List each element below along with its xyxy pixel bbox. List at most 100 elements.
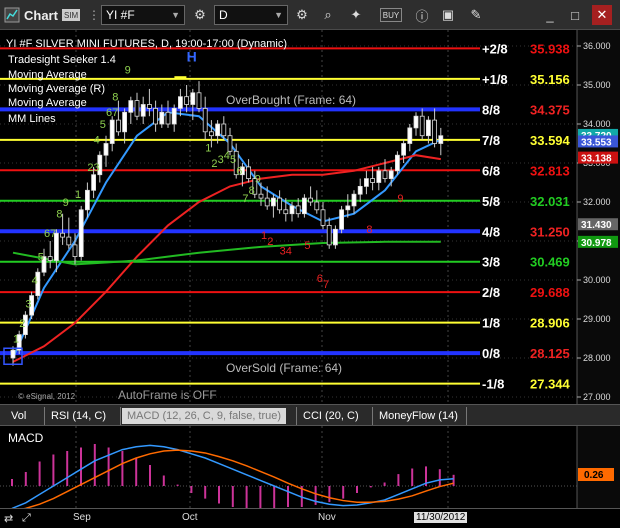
expand-icon[interactable]: ⤢ — [22, 512, 31, 525]
mm-line-label: 3/8 — [482, 255, 500, 270]
tab-vol[interactable]: Vol — [6, 408, 31, 424]
seeker-count-label: 9 — [397, 193, 403, 205]
mm-line-label: 8/8 — [482, 102, 500, 117]
interval-settings-icon[interactable]: ⚙ — [292, 5, 312, 25]
mm-line-value: 32.031 — [530, 194, 570, 209]
candle-body — [208, 131, 214, 137]
candle-body — [134, 100, 140, 117]
candle-body — [109, 119, 115, 144]
candle-body — [190, 92, 196, 105]
candle-body — [91, 174, 96, 191]
candle-body — [66, 236, 72, 246]
candle-body — [246, 166, 252, 179]
mm-line-value: 28.125 — [530, 346, 570, 361]
overbought-label: OverBought (Frame: 64) — [226, 93, 356, 107]
candle-body — [382, 170, 388, 180]
candle-body — [184, 96, 190, 105]
seeker-count-label: 5 — [304, 240, 310, 252]
lock-icon[interactable]: ▣ — [438, 5, 458, 25]
price-tick-label: 27.000 — [583, 392, 611, 402]
candle-body — [128, 100, 134, 113]
x-label-sep: Sep — [73, 512, 91, 523]
mm-line-value: 27.344 — [530, 377, 571, 392]
candle-body — [78, 209, 84, 258]
cursor-icon[interactable]: ✦ — [346, 5, 366, 25]
mm-line-label: 0/8 — [482, 346, 500, 361]
sync-icon[interactable]: ⇄ — [4, 512, 13, 525]
candle-body — [357, 185, 363, 195]
seeker-count-label: 67 — [106, 107, 118, 119]
mm-line-value: 35.156 — [530, 72, 570, 87]
seeker-count-label: 6 — [236, 166, 242, 178]
interval-input[interactable]: D ▼ — [214, 5, 288, 25]
maximize-icon[interactable]: □ — [565, 5, 585, 25]
minimize-icon[interactable]: _ — [540, 5, 560, 25]
autoframe-label: AutoFrame is OFF — [118, 388, 217, 402]
seeker-count-label: 1 — [75, 189, 81, 201]
close-icon[interactable]: ✕ — [592, 5, 612, 25]
chart-window-icon — [4, 5, 20, 25]
seeker-count-label: 9 — [63, 197, 69, 209]
candle-body — [258, 193, 264, 199]
mm-line-label: 5/8 — [482, 194, 500, 209]
candle-body — [289, 205, 295, 215]
candle-body — [314, 201, 320, 211]
chevron-down-icon[interactable]: ▼ — [171, 10, 180, 20]
chevron-down-icon[interactable]: ▼ — [274, 10, 283, 20]
tab-macd[interactable]: MACD (12, 26, C, 9, false, true) — [122, 408, 287, 424]
link-settings-icon[interactable]: ⚙ — [190, 5, 210, 25]
copyright-label: © eSignal, 2012 — [18, 392, 76, 401]
candle-body — [227, 135, 233, 152]
candle-body — [407, 127, 413, 144]
seeker-count-label: 67 — [44, 228, 56, 240]
candle-body — [85, 189, 90, 211]
price-tick-label: 28.000 — [583, 353, 611, 363]
mm-line-label: +1/8 — [482, 72, 508, 87]
study-tabs: Vol RSI (14, C) MACD (12, 26, C, 9, fals… — [0, 404, 620, 426]
seeker-count-label: 6 — [317, 273, 323, 285]
mm-line-value: 32.813 — [530, 163, 570, 178]
symbol-input[interactable]: YI #F ▼ — [101, 5, 185, 25]
x-label-nov: Nov — [318, 512, 336, 523]
seeker-count-label: 5 — [38, 252, 44, 264]
tab-rsi[interactable]: RSI (14, C) — [46, 408, 111, 424]
macd-label: MACD — [8, 431, 44, 445]
search-icon[interactable]: ⌕ — [318, 5, 338, 25]
seeker-count-label: 8 — [112, 92, 118, 104]
candle-body — [320, 209, 326, 226]
candle-body — [264, 197, 270, 207]
candle-body — [122, 111, 127, 133]
macd-panel[interactable]: MACD 0.26 — [0, 426, 620, 508]
candle-body — [394, 154, 400, 172]
price-badge-value: 31.430 — [581, 220, 612, 231]
tab-moneyflow[interactable]: MoneyFlow (14) — [374, 408, 463, 424]
candle-body — [301, 197, 307, 215]
price-tick-label: 29.000 — [583, 314, 611, 324]
tab-cci[interactable]: CCI (20, C) — [298, 408, 364, 424]
x-label-current-date: 11/30/2012 — [414, 512, 468, 523]
candle-body — [388, 170, 394, 180]
candle-body — [419, 115, 425, 137]
seeker-count-label: 5 — [230, 154, 236, 166]
candle-body — [221, 123, 227, 137]
seeker-count-label: 34 — [280, 246, 292, 258]
price-tick-label: 36.000 — [583, 41, 611, 51]
trade-icon[interactable]: BUY — [380, 8, 402, 22]
mm-line-value: 30.469 — [530, 255, 570, 270]
oversold-label: OverSold (Frame: 64) — [226, 361, 342, 375]
draw-tool-icon[interactable]: ✎ — [466, 5, 486, 25]
symbol-value: YI #F — [106, 8, 135, 22]
seeker-count-label: 9 — [125, 64, 131, 76]
study-ma-2: Moving Average (R) — [8, 83, 105, 95]
seeker-count-label: 2 — [19, 318, 25, 330]
price-chart[interactable]: +2/8 35.938 +1/8 35.156 8/8 34.375 7/8 33.594 6/… — [0, 30, 620, 404]
price-badge-value: 33.553 — [581, 137, 612, 148]
mm-line-value: 31.250 — [530, 224, 570, 239]
seeker-count-label: 23 — [87, 162, 99, 174]
macd-value: 0.26 — [584, 470, 604, 481]
info-icon[interactable]: ⓘ — [412, 5, 432, 25]
candle-body — [270, 197, 276, 207]
mm-line-value: 28.906 — [530, 316, 570, 331]
seeker-count-label: 1 — [205, 142, 211, 154]
candle-body — [363, 178, 369, 187]
